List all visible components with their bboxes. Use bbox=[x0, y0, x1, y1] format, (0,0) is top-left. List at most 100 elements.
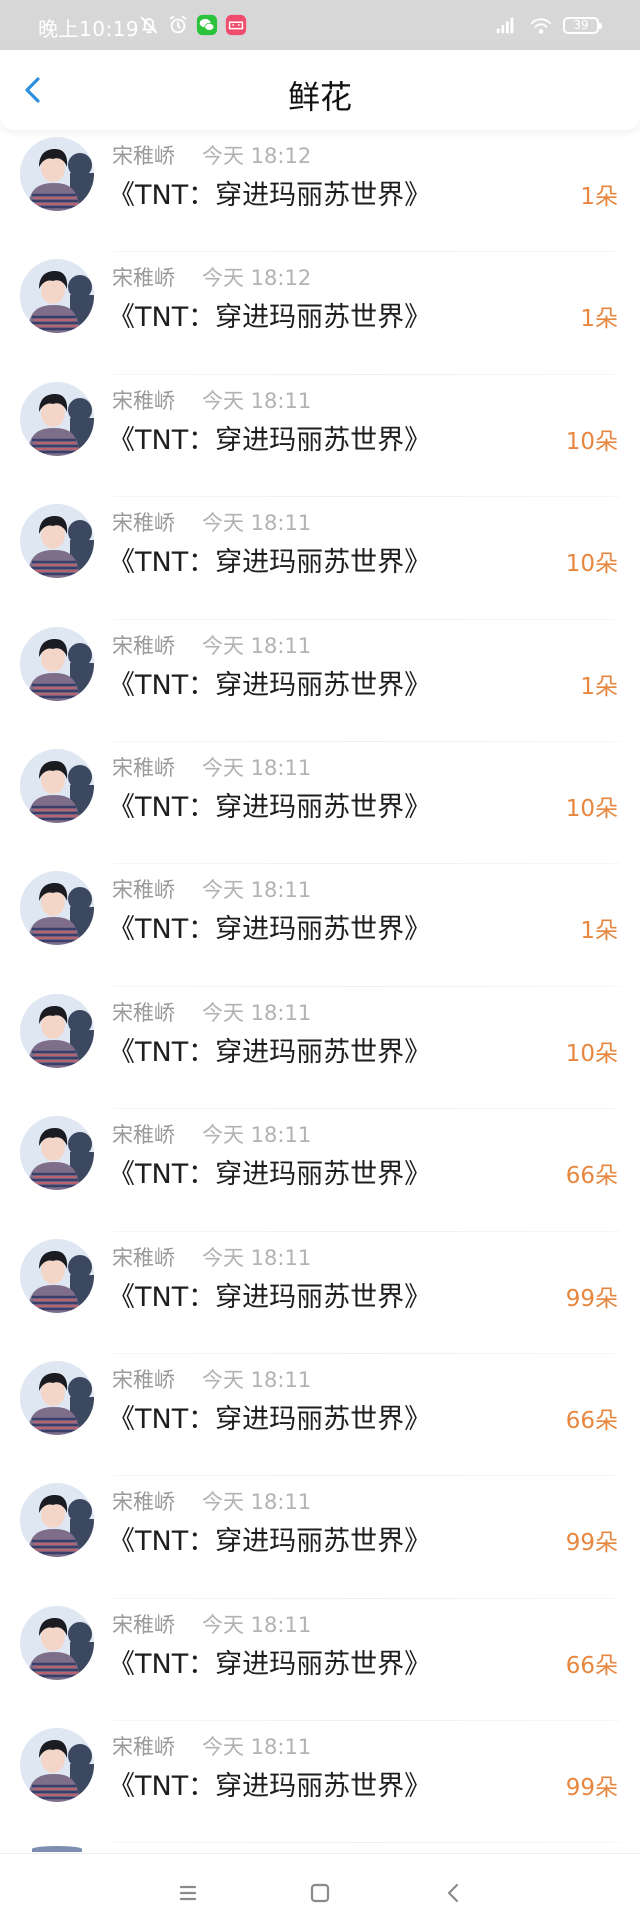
list-item[interactable]: 宋稚峤 今天 18:11 《TNT：穿进玛丽苏世界》 99朵 bbox=[0, 1721, 640, 1844]
book-title: 《TNT：穿进玛丽苏世界》 bbox=[108, 1648, 432, 1680]
timestamp: 今天 18:11 bbox=[202, 1490, 312, 1515]
timestamp: 今天 18:11 bbox=[202, 1245, 312, 1270]
wifi-icon bbox=[528, 14, 554, 36]
book-title: 《TNT：穿进玛丽苏世界》 bbox=[108, 302, 432, 334]
flower-count: 66朵 bbox=[565, 1163, 618, 1190]
sender-name: 宋稚峤 bbox=[112, 755, 175, 780]
book-title: 《TNT：穿进玛丽苏世界》 bbox=[108, 669, 432, 701]
sender-name: 宋稚峤 bbox=[112, 144, 175, 168]
back-chevron-icon bbox=[447, 1883, 459, 1903]
list-item[interactable]: 宋稚峤 今天 18:11 《TNT：穿进玛丽苏世界》 1朵 bbox=[0, 864, 640, 988]
avatar[interactable] bbox=[20, 259, 94, 334]
sender-name: 宋稚峤 bbox=[112, 1245, 175, 1270]
list-item[interactable]: 宋稚峤 今天 18:11 《TNT：穿进玛丽苏世界》 10朵 bbox=[0, 375, 640, 498]
list-item[interactable]: 宋稚峤 今天 18:11 《TNT：穿进玛丽苏世界》 66朵 bbox=[0, 1109, 640, 1232]
sender-name: 宋稚峤 bbox=[112, 1490, 175, 1515]
home-square-icon bbox=[310, 1883, 330, 1903]
flower-count: 99朵 bbox=[565, 1285, 618, 1312]
avatar[interactable] bbox=[20, 626, 94, 701]
flower-count: 1朵 bbox=[580, 673, 618, 700]
avatar[interactable] bbox=[20, 1605, 94, 1680]
status-bar: 晚上10:19 39 bbox=[0, 0, 640, 50]
navigation-bar bbox=[0, 1853, 640, 1932]
book-title: 《TNT：穿进玛丽苏世界》 bbox=[108, 547, 432, 579]
sender-name: 宋稚峤 bbox=[112, 266, 175, 291]
avatar[interactable] bbox=[20, 504, 94, 579]
book-title: 《TNT：穿进玛丽苏世界》 bbox=[108, 1526, 432, 1558]
alarm-icon bbox=[167, 14, 189, 36]
sender-name: 宋稚峤 bbox=[112, 388, 175, 413]
mute-bell-icon bbox=[138, 14, 160, 36]
book-title: 《TNT：穿进玛丽苏世界》 bbox=[108, 1281, 432, 1313]
book-title: 《TNT：穿进玛丽苏世界》 bbox=[108, 180, 432, 211]
flower-count: 10朵 bbox=[565, 1040, 618, 1067]
book-title: 《TNT：穿进玛丽苏世界》 bbox=[108, 791, 432, 823]
flower-count: 1朵 bbox=[580, 918, 618, 945]
signal-icon bbox=[492, 14, 520, 36]
flower-count: 99朵 bbox=[565, 1530, 618, 1557]
menu-icon bbox=[179, 1885, 197, 1901]
sender-name: 宋稚峤 bbox=[112, 1000, 175, 1025]
timestamp: 今天 18:11 bbox=[202, 1000, 312, 1025]
timestamp: 今天 18:11 bbox=[202, 511, 312, 536]
list-item[interactable]: 宋稚峤 今天 18:11 《TNT：穿进玛丽苏世界》 10朵 bbox=[0, 742, 640, 865]
timestamp: 今天 18:11 bbox=[202, 1612, 312, 1637]
sender-name: 宋稚峤 bbox=[112, 633, 175, 658]
home-button[interactable] bbox=[303, 1876, 337, 1910]
avatar[interactable] bbox=[20, 748, 94, 823]
menu-button[interactable] bbox=[171, 1876, 205, 1910]
timestamp: 今天 18:11 bbox=[202, 1123, 312, 1148]
flower-list: 宋稚峤 今天 18:12 《TNT：穿进玛丽苏世界》 1朵 宋稚峤 今天 18:… bbox=[0, 130, 640, 1844]
list-item[interactable]: 宋稚峤 今天 18:12 《TNT：穿进玛丽苏世界》 1朵 bbox=[0, 252, 640, 376]
system-back-button[interactable] bbox=[437, 1876, 471, 1910]
book-title: 《TNT：穿进玛丽苏世界》 bbox=[108, 1036, 432, 1068]
list-item[interactable]: 宋稚峤 今天 18:11 《TNT：穿进玛丽苏世界》 1朵 bbox=[0, 620, 640, 743]
timestamp: 今天 18:11 bbox=[202, 1735, 312, 1760]
sender-name: 宋稚峤 bbox=[112, 878, 175, 903]
list-item[interactable]: 宋稚峤 今天 18:11 《TNT：穿进玛丽苏世界》 99朵 bbox=[0, 1232, 640, 1355]
wechat-icon bbox=[196, 14, 218, 36]
avatar[interactable] bbox=[20, 381, 94, 456]
timestamp: 今天 18:11 bbox=[202, 755, 312, 780]
timestamp: 今天 18:11 bbox=[202, 878, 312, 903]
avatar-partial bbox=[32, 1846, 82, 1852]
timestamp: 今天 18:11 bbox=[202, 633, 312, 658]
flower-count: 10朵 bbox=[565, 551, 618, 578]
list-item[interactable]: 宋稚峤 今天 18:11 《TNT：穿进玛丽苏世界》 10朵 bbox=[0, 987, 640, 1110]
flower-count: 1朵 bbox=[580, 184, 618, 210]
flower-count: 66朵 bbox=[565, 1652, 618, 1679]
timestamp: 今天 18:12 bbox=[202, 266, 312, 291]
avatar[interactable] bbox=[20, 871, 94, 946]
timestamp: 今天 18:11 bbox=[202, 1367, 312, 1392]
list-item[interactable]: 宋稚峤 今天 18:11 《TNT：穿进玛丽苏世界》 99朵 bbox=[0, 1476, 640, 1600]
flower-count: 10朵 bbox=[565, 428, 618, 455]
avatar[interactable] bbox=[20, 1483, 94, 1558]
battery-indicator: 39 bbox=[563, 17, 602, 34]
list-item[interactable]: 宋稚峤 今天 18:11 《TNT：穿进玛丽苏世界》 66朵 bbox=[0, 1354, 640, 1477]
book-title: 《TNT：穿进玛丽苏世界》 bbox=[108, 1771, 432, 1803]
avatar[interactable] bbox=[20, 1728, 94, 1803]
flower-count: 66朵 bbox=[565, 1407, 618, 1434]
flower-count: 99朵 bbox=[565, 1775, 618, 1802]
book-title: 《TNT：穿进玛丽苏世界》 bbox=[108, 1403, 432, 1435]
avatar[interactable] bbox=[20, 1360, 94, 1435]
avatar[interactable] bbox=[20, 993, 94, 1068]
list-item[interactable]: 宋稚峤 今天 18:11 《TNT：穿进玛丽苏世界》 10朵 bbox=[0, 497, 640, 620]
page-title: 鲜花 bbox=[287, 78, 352, 116]
list-item[interactable]: 宋稚峤 今天 18:12 《TNT：穿进玛丽苏世界》 1朵 bbox=[0, 130, 640, 253]
avatar[interactable] bbox=[20, 1238, 94, 1313]
app-icon bbox=[225, 14, 247, 36]
avatar[interactable] bbox=[20, 137, 94, 211]
sender-name: 宋稚峤 bbox=[112, 1735, 175, 1760]
list-item[interactable]: 宋稚峤 今天 18:11 《TNT：穿进玛丽苏世界》 66朵 bbox=[0, 1599, 640, 1722]
sender-name: 宋稚峤 bbox=[112, 511, 175, 536]
flower-count: 1朵 bbox=[580, 306, 618, 333]
status-time: 晚上10:19 bbox=[38, 17, 140, 41]
sender-name: 宋稚峤 bbox=[112, 1123, 175, 1148]
avatar[interactable] bbox=[20, 1116, 94, 1191]
flower-count: 10朵 bbox=[565, 795, 618, 822]
timestamp: 今天 18:12 bbox=[202, 144, 312, 168]
book-title: 《TNT：穿进玛丽苏世界》 bbox=[108, 914, 432, 946]
book-title: 《TNT：穿进玛丽苏世界》 bbox=[108, 1159, 432, 1191]
book-title: 《TNT：穿进玛丽苏世界》 bbox=[108, 424, 432, 456]
